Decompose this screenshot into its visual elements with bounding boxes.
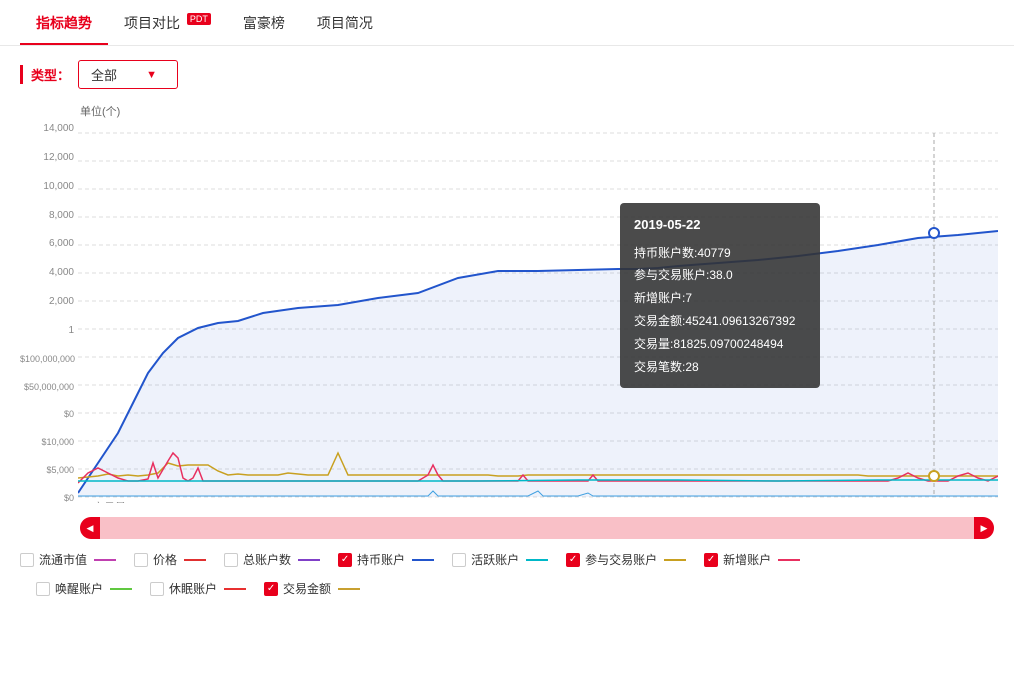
scrollbar-right-handle[interactable]: ▶: [974, 517, 994, 539]
right-arrow-icon: ▶: [981, 523, 988, 534]
legend-item-dormant-accounts[interactable]: 休眠账户: [150, 580, 246, 597]
legend-checkbox-new-accounts[interactable]: [704, 553, 718, 567]
legend-label-dormant-accounts: 休眠账户: [169, 580, 217, 597]
legend-line-price: [184, 559, 206, 561]
legend-label-new-accounts: 新增账户: [723, 551, 771, 568]
nav-item-trends[interactable]: 指标趋势: [20, 1, 108, 45]
filter-bar: 类型： 全部 ▼: [0, 46, 1014, 103]
legend-line-dormant-accounts: [224, 588, 246, 590]
legend-line-trading-accounts: [664, 559, 686, 561]
scrollbar-left-handle[interactable]: ◀: [80, 517, 100, 539]
legend-checkbox-trading-accounts[interactable]: [566, 553, 580, 567]
legend-checkbox-wake-accounts[interactable]: [36, 582, 50, 596]
legend-line-wake-accounts: [110, 588, 132, 590]
chevron-down-icon: ▼: [146, 69, 157, 81]
legend-checkbox-total-accounts[interactable]: [224, 553, 238, 567]
trading-volume-label: 交易量: [93, 500, 126, 503]
legend-label-market-cap: 流通市值: [39, 551, 87, 568]
legend-item-trade-amount[interactable]: 交易金额: [264, 580, 360, 597]
legend-line-trade-amount: [338, 588, 360, 590]
chart-container: 单位(个) 14,000 12,000 10,000 8,000 6,000 4…: [0, 103, 1014, 513]
y-axis-label: 单位(个): [80, 103, 994, 119]
nav-item-compare[interactable]: 项目对比 PDT: [108, 1, 227, 45]
legend-item-price[interactable]: 价格: [134, 551, 206, 568]
nav-bar: 指标趋势 项目对比 PDT 富豪榜 项目简况: [0, 0, 1014, 46]
chart-wrapper: 14,000 12,000 10,000 8,000 6,000 4,000 2…: [20, 123, 994, 503]
legend-label-wake-accounts: 唤醒账户: [55, 580, 103, 597]
legend-line-holding-accounts: [412, 559, 434, 561]
legend-item-active-accounts[interactable]: 活跃账户: [452, 551, 548, 568]
legend-label-holding-accounts: 持币账户: [357, 551, 405, 568]
legend-item-trading-accounts[interactable]: 参与交易账户: [566, 551, 686, 568]
legend-label-price: 价格: [153, 551, 177, 568]
legend-item-total-accounts[interactable]: 总账户数: [224, 551, 320, 568]
legend-line-market-cap: [94, 559, 116, 561]
legend-label-active-accounts: 活跃账户: [471, 551, 519, 568]
legend-label-trade-amount: 交易金额: [283, 580, 331, 597]
legend-line-new-accounts: [778, 559, 800, 561]
legend-checkbox-trade-amount[interactable]: [264, 582, 278, 596]
type-select[interactable]: 全部 ▼: [78, 60, 178, 89]
nav-badge-pdt: PDT: [187, 13, 211, 25]
legend-item-wake-accounts[interactable]: 唤醒账户: [36, 580, 132, 597]
legend-checkbox-market-cap[interactable]: [20, 553, 34, 567]
legend-checkbox-holding-accounts[interactable]: [338, 553, 352, 567]
legend-label-total-accounts: 总账户数: [243, 551, 291, 568]
legend-area: 流通市值 价格 总账户数 持币账户 活跃账户: [0, 543, 1014, 611]
legend-item-holding-accounts[interactable]: 持币账户: [338, 551, 434, 568]
left-arrow-icon: ◀: [87, 523, 94, 534]
legend-item-market-cap[interactable]: 流通市值: [20, 551, 116, 568]
legend-label-trading-accounts: 参与交易账户: [585, 551, 657, 568]
legend-line-active-accounts: [526, 559, 548, 561]
nav-item-overview[interactable]: 项目简况: [301, 1, 389, 45]
legend-checkbox-active-accounts[interactable]: [452, 553, 466, 567]
legend-checkbox-price[interactable]: [134, 553, 148, 567]
legend-item-new-accounts[interactable]: 新增账户: [704, 551, 800, 568]
nav-item-rich[interactable]: 富豪榜: [227, 1, 301, 45]
main-chart-svg: .grid-line { stroke: #ddd; stroke-width:…: [78, 123, 998, 503]
legend-line-total-accounts: [298, 559, 320, 561]
filter-label: 类型：: [20, 65, 70, 84]
legend-checkbox-dormant-accounts[interactable]: [150, 582, 164, 596]
scrollbar[interactable]: ◀ ▶: [80, 517, 994, 539]
